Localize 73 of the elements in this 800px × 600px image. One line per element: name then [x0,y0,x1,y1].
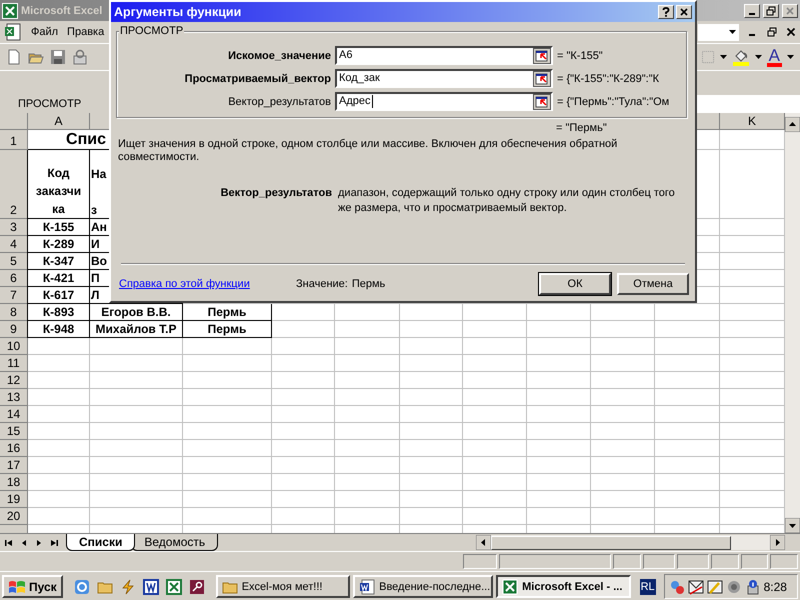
dialog-button[interactable]: Отмена [617,273,689,295]
help-link[interactable]: Справка по этой функции [119,278,289,290]
row-header[interactable]: 5 [0,253,28,270]
dialog-button[interactable]: ОК [539,273,611,295]
argument-name: Вектор_результатов [220,186,332,201]
argument-label: Искомое_значение [227,50,331,62]
clock: 8:28 [764,580,787,594]
sheet-tab[interactable]: Списки [66,534,136,551]
column-header[interactable]: A [28,113,90,130]
argument-label: Вектор_результатов [227,96,331,108]
row-header[interactable]: 9 [0,321,28,338]
table-cell: И [91,236,100,252]
table-cell: з [91,202,97,218]
group-title: ПРОСМОТР [119,25,184,37]
table-cell: К-347 [42,253,74,269]
argument-label: Просматриваемый_вектор [184,72,331,84]
table-cell: К-421 [42,270,74,286]
input-field[interactable]: A6 [335,46,553,65]
row-header[interactable]: 17 [0,457,28,474]
argument-result: = {"Пермь":"Тула":"Ом [557,96,670,108]
row-header[interactable]: 13 [0,389,28,406]
sheet-tab[interactable]: Ведомость [131,534,218,551]
function-description: Ищет значения в одной строке, одном столбце или массиве. Включен для обеспечения обратной совместимости. [118,138,618,164]
row-header[interactable]: 8 [0,304,28,321]
row-header[interactable]: 16 [0,440,28,457]
row-header[interactable]: 7 [0,287,28,304]
taskbar-button[interactable]: Microsoft Excel - ... [496,575,631,598]
input-field[interactable]: Адрес [335,92,553,111]
argument-description: диапазон, содержащий только одну строку или один столбец того же размера, что и просматриваемый вектор. [338,186,676,216]
row-header[interactable]: 4 [0,236,28,253]
table-cell: К-155 [42,219,74,235]
row-header[interactable]: 20 [0,508,28,525]
row-header[interactable]: 1 [0,130,28,150]
start-button[interactable]: Пуск [2,575,63,598]
row-header[interactable]: 6 [0,270,28,287]
argument-result: = "К-155" [557,50,604,62]
formula-result: = "Пермь" [556,122,608,134]
font-color-button[interactable]: A [766,48,782,66]
row-header[interactable]: 10 [0,338,28,355]
row-header[interactable]: 15 [0,423,28,440]
table-cell: К-617 [42,287,74,303]
input-field[interactable]: Код_зак [335,69,553,88]
table-cell-text: Код заказчи ка [36,165,82,218]
table-cell: Егоров В.В. [101,304,171,320]
row-header[interactable]: 14 [0,406,28,423]
dialog-title: Аргументы функции [114,5,242,19]
table-title: Спис [66,130,106,149]
table-cell: Во [91,253,107,269]
row-header[interactable]: 12 [0,372,28,389]
table-cell: Л [91,287,100,303]
table-cell: Михайлов Т.Р [96,321,176,337]
table-cell: Пермь [208,321,246,337]
row-header[interactable]: 19 [0,491,28,508]
row-header[interactable]: 2 [0,150,28,219]
table-cell: На [91,166,106,182]
menu-item[interactable]: Файл [31,26,58,38]
language-indicator[interactable]: RL [640,578,656,594]
window-title: Microsoft Excel [21,4,102,16]
value-label: Значение: [296,278,348,290]
table-cell: Пермь [208,304,246,320]
menu-item[interactable]: Правка [67,26,104,38]
row-header[interactable]: 18 [0,474,28,491]
table-cell: К-948 [42,321,74,337]
argument-result: = {"К-155":"К-289":"К [557,72,660,84]
table-cell: К-289 [42,236,74,252]
row-header[interactable]: 3 [0,219,28,236]
table-cell: Ан [91,219,107,235]
taskbar-button[interactable]: Excel-моя мет!!! [216,575,350,598]
table-cell: К-893 [42,304,74,320]
table-cell: П [91,270,100,286]
taskbar-button[interactable]: Введение-последне... [353,575,494,598]
value-text: Пермь [352,278,386,290]
row-header[interactable]: 11 [0,355,28,372]
